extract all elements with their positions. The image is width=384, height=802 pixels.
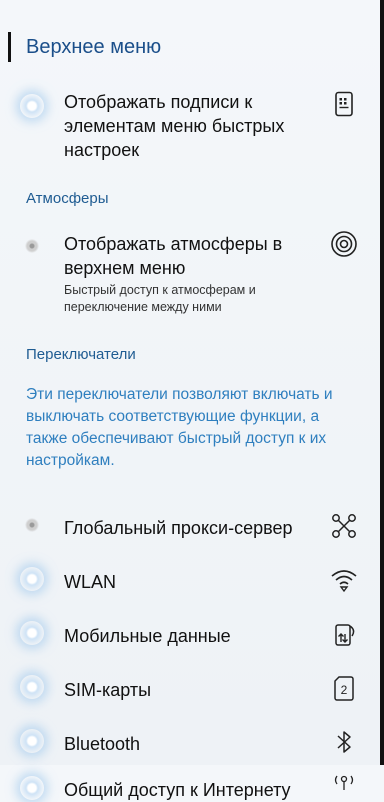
hotspot-label: Общий доступ к Интернету [64, 780, 291, 800]
wlan-toggle[interactable] [20, 567, 44, 591]
switch-item-wlan[interactable]: WLAN [0, 564, 380, 600]
sim-label: SIM-карты [64, 680, 152, 700]
switches-desc-line3: также обеспечивают быстрый доступ к их [26, 430, 327, 447]
sim-toggle[interactable] [20, 675, 44, 699]
atmosphere-icon [330, 230, 358, 258]
show-atmospheres-toggle[interactable] [20, 234, 44, 258]
cursor-bar [8, 32, 11, 62]
labels-icon [330, 90, 358, 118]
switch-item-proxy[interactable]: Глобальный прокси-сервер [0, 510, 380, 546]
switch-item-hotspot[interactable]: Общий доступ к Интернету [0, 750, 380, 800]
proxy-icon [330, 512, 358, 540]
show-labels-toggle[interactable] [20, 94, 44, 118]
section-atmospheres: Атмосферы [26, 190, 109, 207]
page-title: Верхнее меню [26, 36, 162, 58]
hotspot-icon [330, 770, 358, 798]
show-atmospheres-label-line1: Отображать атмосферы в [64, 234, 283, 254]
sim-icon: 2 [330, 674, 358, 702]
switch-item-mobile-data[interactable]: Мобильные данные [0, 618, 380, 654]
mobile-data-toggle[interactable] [20, 621, 44, 645]
switch-item-sim[interactable]: SIM-карты 2 [0, 672, 380, 708]
show-atmospheres-sub-line1: Быстрый доступ к атмосферам и [64, 283, 256, 297]
switches-desc-line2: выключать соответствующие функции, а [26, 408, 320, 425]
switches-desc-line4: настройкам. [26, 452, 115, 469]
show-labels-row[interactable]: Отображать подписи к элементам меню быст… [0, 88, 380, 168]
mobile-data-label: Мобильные данные [64, 626, 231, 646]
section-switches: Переключатели [26, 346, 136, 363]
show-atmospheres-label-line2: верхнем меню [64, 258, 186, 278]
show-labels-label-line1: Отображать подписи к [64, 92, 253, 112]
proxy-label: Глобальный прокси-сервер [64, 518, 293, 538]
show-atmospheres-row[interactable]: Отображать атмосферы в верхнем меню Быст… [0, 230, 380, 320]
proxy-toggle[interactable] [20, 513, 44, 537]
hotspot-toggle[interactable] [20, 776, 44, 800]
wifi-icon [330, 566, 358, 594]
mobile-data-icon [330, 620, 358, 648]
sim-icon-number: 2 [341, 683, 348, 697]
show-labels-label-line3: настроек [64, 140, 140, 160]
wlan-label: WLAN [64, 572, 117, 592]
switches-desc-line1: Эти переключатели позволяют включать и [26, 386, 333, 403]
header: Верхнее меню [0, 26, 380, 66]
show-labels-label-line2: элементам меню быстрых [64, 116, 285, 136]
switches-description: Эти переключатели позволяют включать и в… [26, 384, 366, 472]
show-atmospheres-sub-line2: переключение между ними [64, 300, 222, 314]
